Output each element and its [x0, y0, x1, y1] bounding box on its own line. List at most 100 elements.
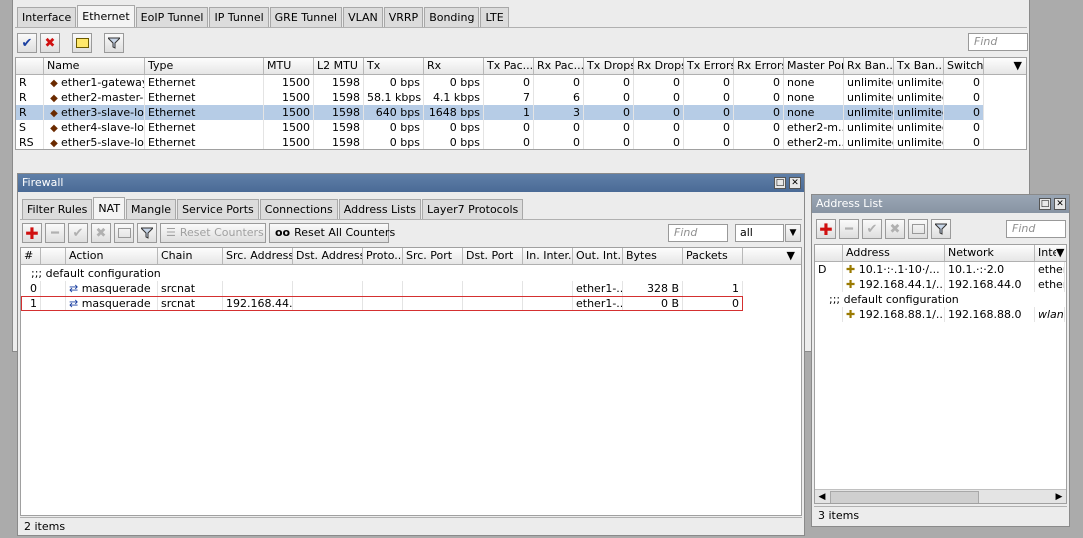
column-menu-button[interactable]: ▼ — [984, 58, 1026, 74]
col-tx[interactable]: Tx — [364, 58, 424, 74]
tab-service-ports[interactable]: Service Ports — [177, 199, 259, 219]
firewall-find-input[interactable]: Find — [668, 224, 728, 242]
col-type[interactable]: Type — [145, 58, 264, 74]
col-action[interactable]: Action — [66, 248, 158, 264]
close-button[interactable]: ✕ — [1054, 198, 1066, 210]
interface-find-input[interactable]: Find — [968, 33, 1028, 51]
tab-ip-tunnel[interactable]: IP Tunnel — [209, 7, 269, 27]
firewall-filter-select[interactable]: all — [735, 224, 784, 242]
table-row[interactable]: 1 ⇄ masquerade srcnat 192.168.44.0 ether1-..… — [21, 296, 743, 311]
col-switch[interactable]: Switch — [944, 58, 984, 74]
col-rx-errors[interactable]: Rx Errors — [734, 58, 784, 74]
col-tx-packets[interactable]: Tx Pac... — [484, 58, 534, 74]
col-src-port[interactable]: Src. Port — [403, 248, 463, 264]
filter-button[interactable] — [931, 219, 951, 239]
horizontal-scrollbar[interactable]: ◀ ▶ — [815, 489, 1066, 503]
disable-button[interactable]: ✖ — [885, 219, 905, 239]
enable-button[interactable]: ✔ — [17, 33, 37, 53]
table-row[interactable]: 0 ⇄ masquerade srcnat ether1-... 328 B1 — [21, 281, 743, 296]
tab-vlan[interactable]: VLAN — [343, 7, 383, 27]
maximize-button[interactable]: □ — [774, 177, 786, 189]
tab-vrrp[interactable]: VRRP — [383, 7, 424, 27]
col-name[interactable]: Name — [44, 58, 145, 74]
tab-address-lists[interactable]: Address Lists — [338, 199, 422, 219]
disable-button[interactable]: ✖ — [40, 33, 60, 53]
tab-interface[interactable]: Interface — [17, 7, 77, 27]
enable-button[interactable]: ✔ — [862, 219, 882, 239]
scrollbar-thumb[interactable] — [830, 491, 979, 503]
tab-eoip-tunnel[interactable]: EoIP Tunnel — [135, 7, 209, 27]
col-flag[interactable] — [815, 245, 843, 261]
tab-layer7-protocols[interactable]: Layer7 Protocols — [422, 199, 524, 219]
tab-filter-rules[interactable]: Filter Rules — [22, 199, 93, 219]
col-tx-bandwidth[interactable]: Tx Ban... — [894, 58, 944, 74]
comment-button[interactable] — [114, 223, 134, 243]
maximize-button[interactable]: □ — [1039, 198, 1051, 210]
tab-ethernet[interactable]: Ethernet — [77, 5, 135, 27]
col-mtu[interactable]: MTU — [264, 58, 314, 74]
col-rx-packets[interactable]: Rx Pac... — [534, 58, 584, 74]
address-comment: ;;; default configuration — [829, 293, 959, 306]
col-tx-errors[interactable]: Tx Errors — [684, 58, 734, 74]
reset-counters-button[interactable]: ☰ Reset Counters — [160, 223, 266, 243]
col-master-port[interactable]: Master Port — [784, 58, 844, 74]
table-row[interactable]: RS ◆ ether5-slave-lo... Ethernet 1500 1598 0 b… — [16, 135, 984, 149]
col-dst-port[interactable]: Dst. Port — [463, 248, 523, 264]
col-bytes[interactable]: Bytes — [623, 248, 683, 264]
tab-bonding[interactable]: Bonding — [424, 7, 480, 27]
col-rx[interactable]: Rx — [424, 58, 484, 74]
table-row[interactable]: R◆ether2-master-l...Ethernet1500159858.1… — [16, 90, 984, 105]
scroll-right-button[interactable]: ▶ — [1052, 490, 1066, 503]
col-rx-bandwidth[interactable]: Rx Ban... — [844, 58, 894, 74]
col-dst-address[interactable]: Dst. Address — [293, 248, 363, 264]
tab-gre-tunnel[interactable]: GRE Tunnel — [269, 7, 343, 27]
tab-nat[interactable]: NAT — [93, 197, 126, 219]
remove-button[interactable]: ━ — [839, 219, 859, 239]
col-l2mtu[interactable]: L2 MTU — [314, 58, 364, 74]
scroll-left-button[interactable]: ◀ — [815, 490, 829, 503]
remove-button[interactable]: ━ — [45, 223, 65, 243]
col-rx-drops[interactable]: Rx Drops — [634, 58, 684, 74]
col-flag[interactable] — [16, 58, 44, 74]
filter-button[interactable] — [104, 33, 124, 53]
comment-button[interactable] — [908, 219, 928, 239]
firewall-titlebar[interactable]: Firewall □ ✕ — [18, 174, 804, 192]
col-in-interface[interactable]: In. Inter... — [523, 248, 573, 264]
disable-button[interactable]: ✖ — [91, 223, 111, 243]
address-find-input[interactable]: Find — [1006, 220, 1066, 238]
tab-connections[interactable]: Connections — [259, 199, 338, 219]
tab-mangle[interactable]: Mangle — [126, 199, 177, 219]
col-interface[interactable]: Inte — [1035, 245, 1056, 261]
reset-all-counters-button[interactable]: oo Reset All Counters — [269, 223, 395, 243]
comment-button[interactable] — [72, 33, 92, 53]
table-row[interactable]: ✚ 192.168.88.1/...192.168.88.0wlan1 — [815, 307, 1065, 322]
col-out-interface[interactable]: Out. Int... — [573, 248, 623, 264]
col-chain[interactable]: Chain — [158, 248, 223, 264]
filter-button[interactable] — [137, 223, 157, 243]
address-list-titlebar[interactable]: Address List □ ✕ — [812, 195, 1069, 213]
table-row[interactable]: R ◆ ether1-gateway Ethernet 1500 1598 0 bps 0 b… — [16, 75, 984, 90]
col-flag[interactable] — [41, 248, 66, 264]
interface-name: ether4-slave-lo... — [61, 121, 145, 134]
table-row[interactable]: S ◆ ether4-slave-lo... Ethernet 1500 1598 0 bp… — [16, 120, 984, 135]
table-row[interactable]: ✚ 192.168.44.1/...192.168.44.0ether3 — [815, 277, 1065, 292]
enable-button[interactable]: ✔ — [68, 223, 88, 243]
col-address[interactable]: Address — [843, 245, 945, 261]
col-tx-drops[interactable]: Tx Drops — [584, 58, 634, 74]
filter-select-dropdown[interactable]: ▼ — [785, 224, 801, 242]
tx-packets-cell: 0 — [484, 120, 534, 135]
tab-lte[interactable]: LTE — [480, 7, 509, 27]
col-packets[interactable]: Packets — [683, 248, 743, 264]
table-row[interactable]: R ◆ ether3-slave-lo... Ethernet 1500 1598 640 … — [16, 105, 984, 120]
column-menu-button[interactable]: ▼ — [773, 248, 801, 264]
add-button[interactable]: ✚ — [22, 223, 42, 243]
table-row[interactable]: D✚ 10.1·:·.1·10·/...10.1.·:·2.0ether1 — [815, 262, 1065, 277]
close-button[interactable]: ✕ — [789, 177, 801, 189]
rx-packets-cell: 0 — [534, 120, 584, 135]
add-button[interactable]: ✚ — [816, 219, 836, 239]
column-menu-button[interactable]: ▼ — [1056, 245, 1066, 261]
col-network[interactable]: Network — [945, 245, 1035, 261]
col-protocol[interactable]: Proto... — [363, 248, 403, 264]
col-number[interactable]: # — [21, 248, 41, 264]
col-src-address[interactable]: Src. Address — [223, 248, 293, 264]
